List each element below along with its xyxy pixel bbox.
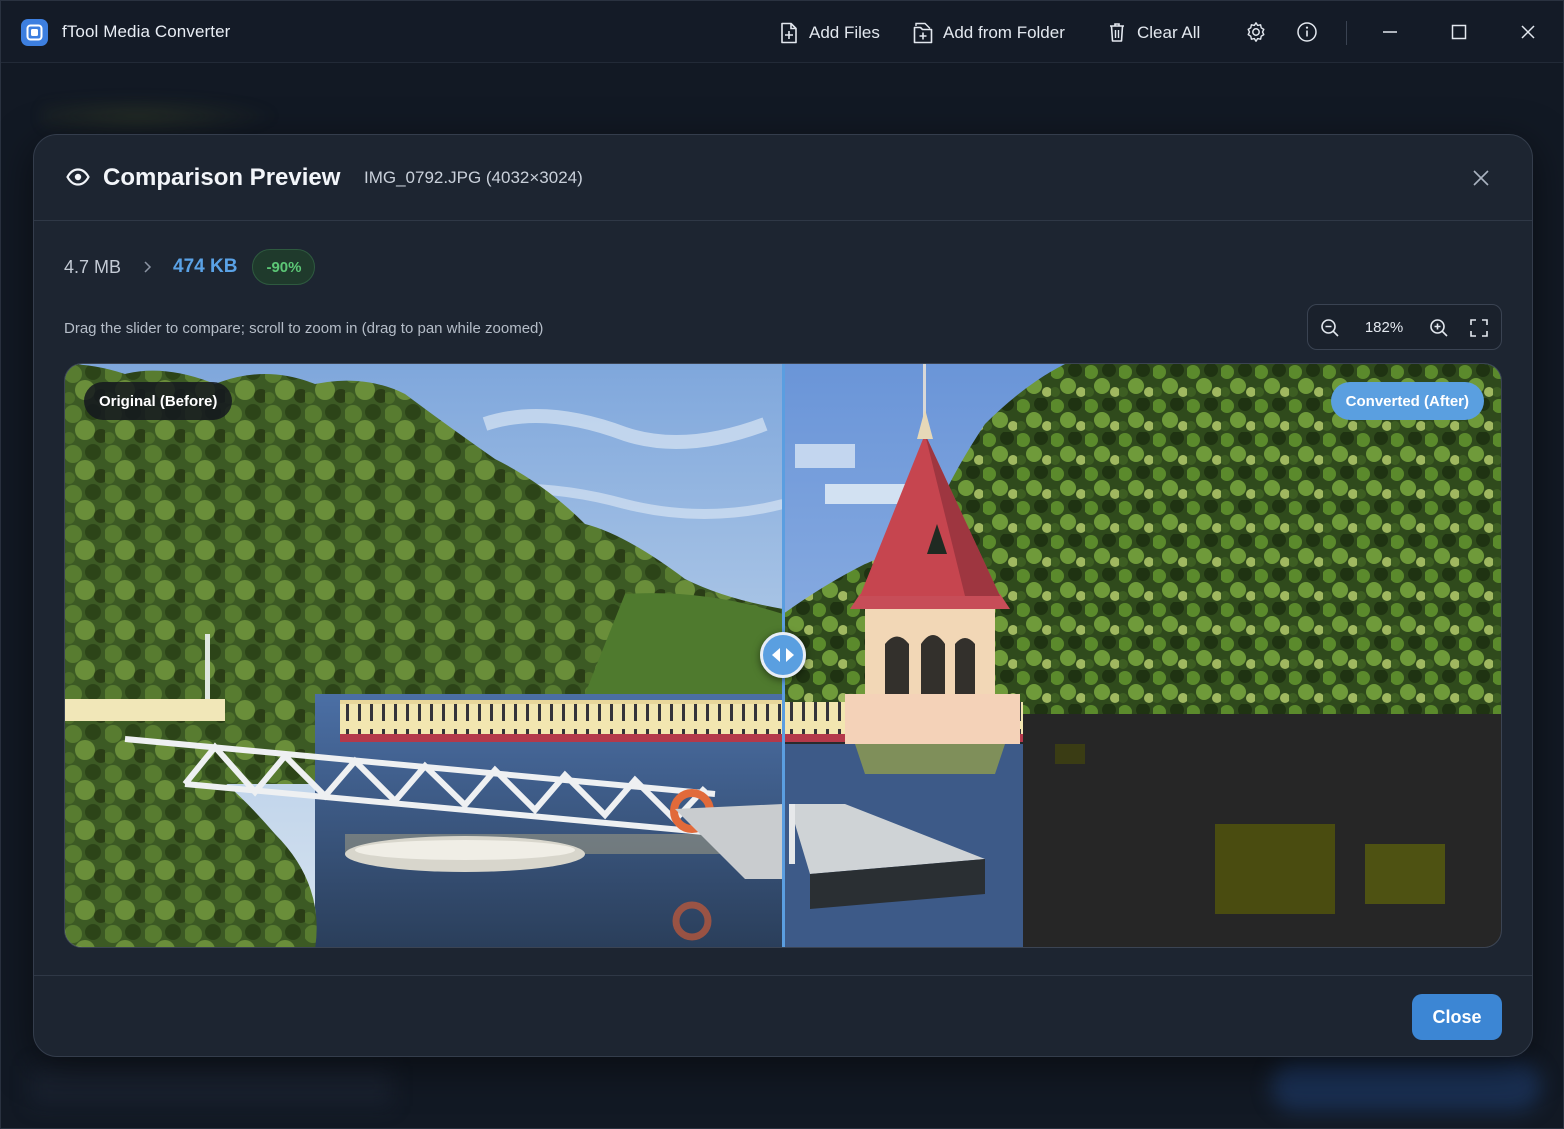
dialog-header: Comparison Preview IMG_0792.JPG (4032×30… — [34, 135, 1532, 221]
gear-icon[interactable] — [1245, 21, 1267, 43]
add-files-label: Add Files — [809, 23, 880, 42]
tag-original-before: Original (Before) — [84, 382, 233, 420]
reduction-badge: -90% — [252, 249, 316, 285]
dialog-title: Comparison Preview — [103, 164, 341, 191]
add-file-icon — [781, 22, 797, 44]
comparison-dialog: Comparison Preview IMG_0792.JPG (4032×30… — [33, 134, 1533, 1057]
app-title: fTool Media Converter — [62, 22, 231, 41]
zoom-in-icon[interactable] — [1429, 318, 1449, 338]
add-files-button[interactable]: Add Files — [779, 20, 880, 46]
app-logo-icon — [21, 19, 48, 46]
zoom-control: 182% — [1307, 304, 1502, 350]
close-icon[interactable] — [1517, 21, 1539, 43]
backdrop-blur-button — [1271, 1061, 1541, 1111]
file-info: IMG_0792.JPG (4032×3024) — [364, 168, 583, 187]
comparison-viewer[interactable]: Original (Before) Converted (After) — [64, 363, 1502, 948]
zoom-level: 182% — [1364, 319, 1404, 336]
tag-converted-after: Converted (After) — [1330, 382, 1484, 420]
add-from-folder-label: Add from Folder — [943, 23, 1065, 42]
eye-icon — [66, 168, 90, 186]
toolbar-divider — [1346, 21, 1347, 45]
zoom-out-icon[interactable] — [1320, 318, 1340, 338]
info-icon[interactable] — [1296, 21, 1318, 43]
fullscreen-icon[interactable] — [1469, 318, 1489, 338]
app-window: fTool Media Converter Add Files Add from… — [0, 0, 1564, 1129]
compare-slider-handle[interactable] — [760, 632, 806, 678]
dialog-footer: Close — [34, 975, 1532, 1056]
split-arrows-icon — [772, 648, 794, 662]
title-bar: fTool Media Converter Add Files Add from… — [1, 1, 1563, 63]
add-folder-icon — [913, 22, 933, 44]
clear-all-button[interactable]: Clear All — [1107, 20, 1200, 46]
minimize-icon[interactable] — [1379, 21, 1401, 43]
clear-all-label: Clear All — [1137, 23, 1201, 42]
original-size: 4.7 MB — [64, 256, 122, 277]
trash-icon — [1110, 23, 1124, 42]
close-icon[interactable] — [1470, 167, 1492, 189]
close-button[interactable]: Close — [1412, 994, 1502, 1040]
backdrop-blur — [31, 1066, 391, 1106]
compare-hint: Drag the slider to compare; scroll to zo… — [64, 320, 544, 337]
backdrop-blur — [41, 96, 281, 136]
add-from-folder-button[interactable]: Add from Folder — [913, 20, 1065, 46]
maximize-icon[interactable] — [1448, 21, 1470, 43]
converted-size: 474 KB — [173, 256, 238, 277]
chevron-right-icon — [144, 261, 152, 273]
size-summary: 4.7 MB 474 KB -90% — [64, 247, 316, 287]
